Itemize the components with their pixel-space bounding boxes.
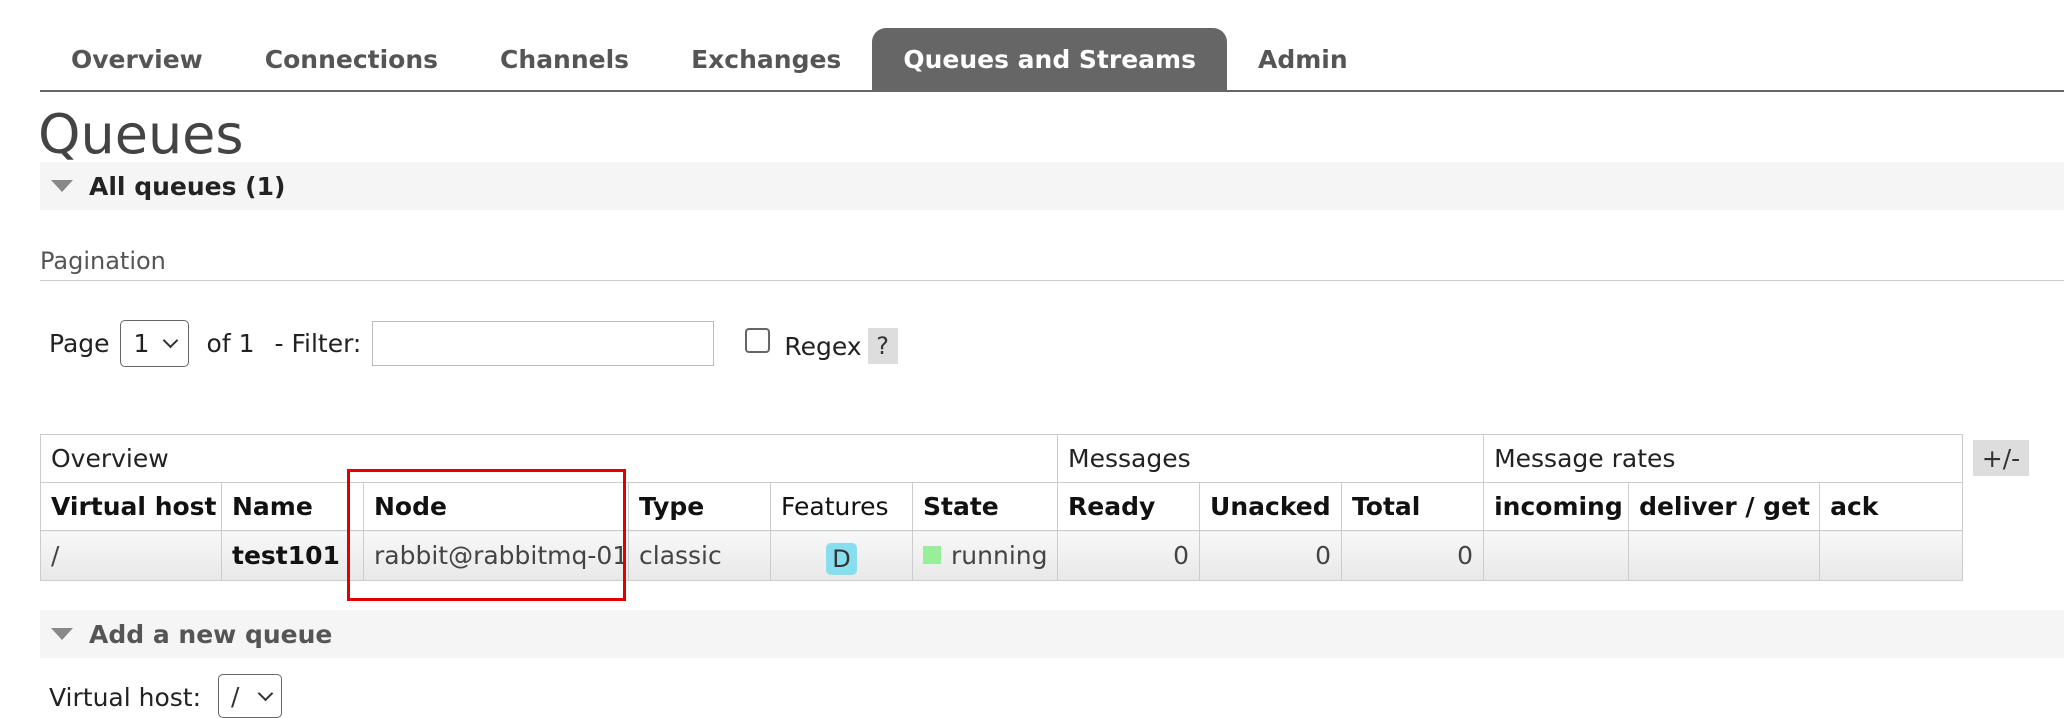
node-column-highlight-box [347,469,626,601]
pagination-controls: Page 1 of 1 - Filter: Regex ? [49,319,898,367]
add-queue-section-toggle[interactable]: Add a new queue [40,610,2064,658]
column-toggle-button[interactable]: +/- [1973,440,2029,476]
durable-feature-badge: D [826,542,857,575]
filter-label: - Filter: [274,328,362,358]
tab-exchanges[interactable]: Exchanges [660,28,872,90]
page-count-label: of 1 [206,328,255,358]
col-header-virtual-host[interactable]: Virtual host [40,482,222,531]
virtual-host-select[interactable]: / [218,674,282,718]
running-status-icon [923,546,941,564]
group-header-message-rates: Message rates [1483,434,1964,483]
virtual-host-label: Virtual host: [49,683,202,712]
page-title: Queues [38,103,244,166]
cell-state: running [911,530,1059,581]
tab-channels[interactable]: Channels [469,28,660,90]
col-header-ready[interactable]: Ready [1057,482,1201,531]
tab-admin[interactable]: Admin [1227,28,1379,90]
all-queues-heading: All queues (1) [89,171,286,201]
cell-queue-name-link[interactable]: test101 [221,530,364,581]
cell-incoming [1483,530,1630,581]
table-row[interactable]: / test101 rabbit@rabbitmq-01 classic D r… [40,530,1964,581]
col-header-deliver-get[interactable]: deliver / get [1628,482,1821,531]
all-queues-section-toggle[interactable]: All queues (1) [40,162,2064,210]
table-column-header-row: Virtual host Name Node Type Features Sta… [40,482,1964,531]
pagination-heading: Pagination [40,247,166,275]
pagination-divider [40,280,2064,281]
chevron-down-icon [257,685,274,701]
chevron-down-icon [162,332,178,348]
regex-help-button[interactable]: ? [867,328,898,364]
cell-ready: 0 [1057,530,1201,581]
regex-checkbox[interactable] [745,327,771,353]
virtual-host-select-value: / [231,681,240,711]
col-header-unacked[interactable]: Unacked [1199,482,1343,531]
cell-unacked: 0 [1199,530,1343,581]
collapse-triangle-icon [51,628,73,640]
col-header-ack[interactable]: ack [1819,482,1964,531]
col-header-features: Features [770,482,913,531]
add-queue-heading: Add a new queue [89,619,333,649]
table-group-header-row: Overview Messages Message rates [39,434,1964,483]
col-header-state[interactable]: State [911,482,1059,531]
col-header-total[interactable]: Total [1341,482,1485,531]
page-select-value: 1 [133,328,150,358]
cell-deliver-get [1628,530,1821,581]
tab-overview[interactable]: Overview [40,28,234,90]
cell-features: D [770,530,913,581]
col-header-name[interactable]: Name [221,482,364,531]
tab-queues-and-streams[interactable]: Queues and Streams [872,28,1227,90]
regex-label: Regex [784,331,862,361]
cell-total: 0 [1341,530,1485,581]
page-label: Page [49,328,110,358]
page-select[interactable]: 1 [119,319,189,367]
tab-connections[interactable]: Connections [234,28,469,90]
cell-ack [1819,530,1964,581]
group-header-messages: Messages [1057,434,1485,483]
col-header-type[interactable]: Type [628,482,771,531]
collapse-triangle-icon [51,180,73,192]
main-nav-tabs: Overview Connections Channels Exchanges … [40,28,2064,92]
col-header-incoming[interactable]: incoming [1483,482,1630,531]
queues-table: Overview Messages Message rates Virtual … [39,434,1964,581]
filter-input[interactable] [372,320,715,366]
state-text: running [951,541,1048,570]
cell-virtual-host: / [40,530,222,581]
cell-type: classic [628,530,771,581]
